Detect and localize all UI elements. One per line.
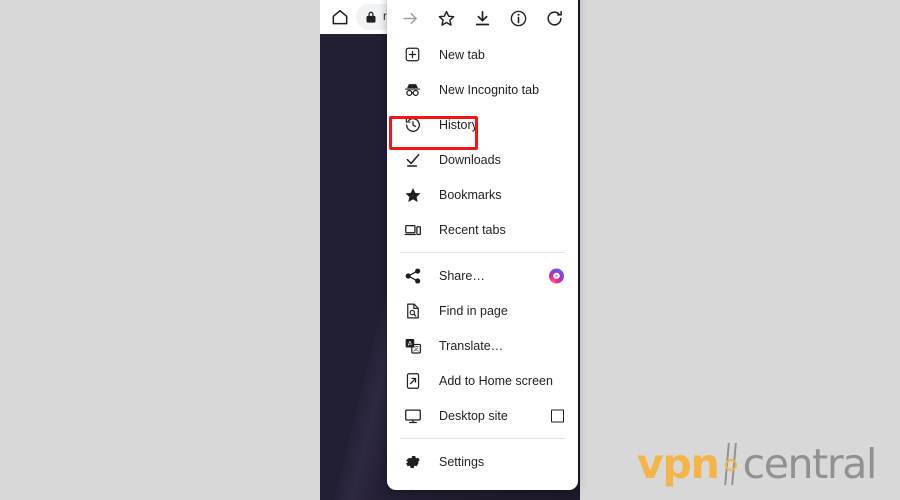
menu-item-label: New Incognito tab: [439, 82, 540, 97]
menu-item-label: Downloads: [439, 152, 501, 167]
menu-quick-action-bar: [387, 0, 578, 37]
incognito-icon: [403, 80, 422, 99]
menu-divider: [400, 438, 565, 439]
menu-item-settings[interactable]: Settings: [387, 444, 578, 479]
menu-divider: [400, 252, 565, 253]
screenshot-canvas: rie Star+ i Terms of U: [0, 0, 900, 500]
menu-item-help-feedback[interactable]: Help & feedback: [387, 479, 578, 490]
menu-item-downloads[interactable]: Downloads: [387, 142, 578, 177]
downloads-check-icon: [403, 150, 422, 169]
chrome-overflow-menu: New tab New Incognito tab History Downlo…: [387, 0, 578, 490]
history-clock-icon: [403, 115, 422, 134]
lock-icon: [365, 10, 377, 24]
menu-item-label: Find in page: [439, 303, 508, 318]
menu-item-bookmarks[interactable]: Bookmarks: [387, 177, 578, 212]
menu-item-find-in-page[interactable]: Find in page: [387, 293, 578, 328]
forward-icon[interactable]: [397, 5, 425, 33]
desktop-site-icon: [403, 406, 422, 425]
add-to-home-icon: [403, 371, 422, 390]
new-tab-icon: [403, 45, 422, 64]
settings-gear-icon: [403, 452, 422, 471]
menu-item-label: Translate…: [439, 338, 504, 353]
desktop-site-checkbox[interactable]: [551, 409, 564, 422]
menu-item-label: Bookmarks: [439, 187, 502, 202]
recent-tabs-icon: [403, 220, 422, 239]
menu-item-label: History: [439, 117, 478, 132]
svg-text:文: 文: [413, 345, 419, 353]
download-icon[interactable]: [468, 5, 496, 33]
menu-item-label: Recent tabs: [439, 222, 506, 237]
watermark-separator-icon: [721, 442, 742, 486]
watermark-brand-primary: vpn: [636, 439, 720, 488]
menu-item-add-to-home-screen[interactable]: Add to Home screen: [387, 363, 578, 398]
menu-item-label: Help & feedback: [439, 490, 531, 491]
menu-item-desktop-site[interactable]: Desktop site: [387, 398, 578, 433]
bookmark-star-icon[interactable]: [433, 5, 461, 33]
help-feedback-icon: [403, 487, 422, 490]
share-target-messenger-icon[interactable]: [549, 268, 564, 283]
menu-item-recent-tabs[interactable]: Recent tabs: [387, 212, 578, 247]
menu-item-history[interactable]: History: [387, 107, 578, 142]
menu-item-share[interactable]: Share…: [387, 258, 578, 293]
watermark-brand-secondary: central: [742, 439, 878, 488]
menu-item-new-incognito-tab[interactable]: New Incognito tab: [387, 72, 578, 107]
find-in-page-icon: [403, 301, 422, 320]
menu-item-new-tab[interactable]: New tab: [387, 37, 578, 72]
translate-icon: A 文: [403, 336, 422, 355]
share-icon: [403, 266, 422, 285]
menu-item-label: New tab: [439, 47, 485, 62]
menu-item-label: Settings: [439, 454, 485, 469]
menu-item-translate[interactable]: A 文 Translate…: [387, 328, 578, 363]
page-info-icon[interactable]: [504, 5, 532, 33]
home-icon[interactable]: [330, 7, 350, 27]
reload-icon[interactable]: [540, 5, 568, 33]
menu-item-label: Desktop site: [439, 408, 508, 423]
menu-item-label: Add to Home screen: [439, 373, 553, 388]
bookmarks-star-icon: [403, 185, 422, 204]
device-edge: [578, 0, 580, 500]
vpncentral-watermark: vpn central: [636, 439, 878, 488]
menu-item-label: Share…: [439, 268, 485, 283]
